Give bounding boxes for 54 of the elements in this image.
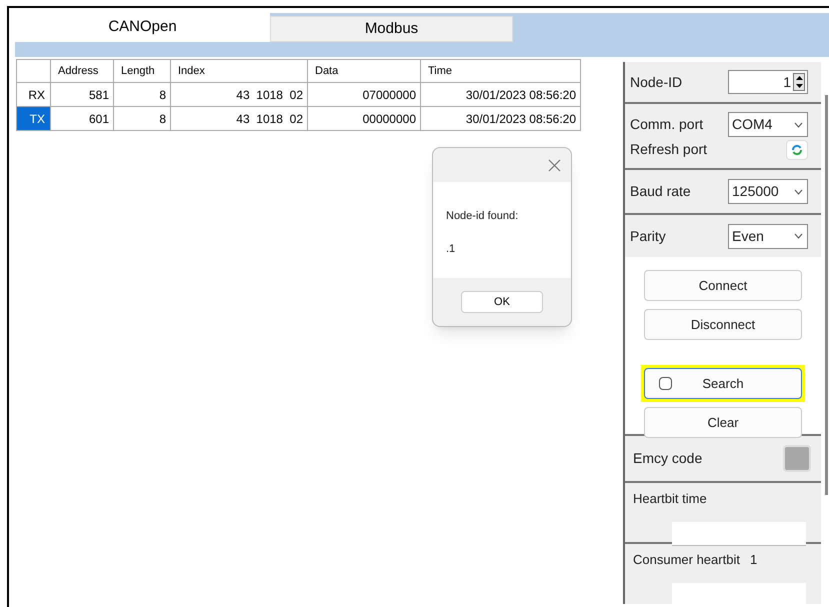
dropdown-value: COM4 bbox=[732, 115, 772, 134]
column-header: Time bbox=[420, 60, 580, 82]
refresh-button[interactable] bbox=[786, 140, 808, 160]
ok-button[interactable]: OK bbox=[461, 291, 543, 313]
field-label: Refresh port bbox=[630, 140, 708, 159]
row-header[interactable]: RX bbox=[16, 82, 50, 106]
column-header: Index bbox=[170, 60, 308, 82]
column-header: Length bbox=[114, 60, 170, 82]
tab[interactable]: CANOpen bbox=[15, 13, 270, 42]
header-cell bbox=[16, 60, 50, 82]
input-field[interactable] bbox=[672, 522, 806, 546]
dropdown[interactable]: Even bbox=[728, 224, 808, 248]
table-cell: 601 bbox=[50, 106, 114, 130]
column-header: Data bbox=[308, 60, 420, 82]
status-indicator bbox=[783, 445, 811, 472]
dropdown-value: Even bbox=[732, 226, 764, 246]
action-button[interactable]: Connect bbox=[644, 270, 802, 301]
table-cell: 581 bbox=[50, 82, 114, 106]
dropdown-value: 125000 bbox=[732, 182, 779, 201]
number-spinner[interactable]: 1 bbox=[728, 70, 808, 94]
table-cell: 30/01/2023 08:56:20 bbox=[420, 106, 580, 130]
table-cell: 43 1018 02 bbox=[170, 82, 308, 106]
table-cell: 00000000 bbox=[308, 106, 420, 130]
close-icon[interactable] bbox=[548, 158, 561, 172]
field-label: Parity bbox=[630, 226, 666, 246]
action-button[interactable]: Search bbox=[644, 368, 802, 399]
column-header: Address bbox=[50, 60, 114, 82]
table-cell: 8 bbox=[114, 82, 170, 106]
table-cell: 07000000 bbox=[308, 82, 420, 106]
chevron-down-icon bbox=[794, 233, 803, 239]
row-header[interactable]: TX bbox=[16, 106, 50, 130]
field-label: Node-ID bbox=[630, 72, 682, 92]
table-cell: 43 1018 02 bbox=[170, 106, 308, 130]
field-label: Comm. port bbox=[630, 115, 704, 134]
action-button[interactable]: Disconnect bbox=[644, 309, 802, 340]
tab[interactable]: Modbus bbox=[270, 16, 513, 42]
field-label: Consumer heartbit bbox=[633, 551, 740, 569]
field-value: 1 bbox=[750, 551, 758, 569]
table-cell: 8 bbox=[114, 106, 170, 130]
dialog-message: Node-id found: bbox=[446, 209, 520, 224]
dialog-value: .1 bbox=[446, 242, 456, 256]
refresh-icon bbox=[791, 144, 803, 156]
field-label: Heartbit time bbox=[633, 490, 708, 508]
checkbox[interactable] bbox=[659, 377, 672, 390]
spinner-value: 1 bbox=[783, 72, 792, 92]
dropdown[interactable]: COM4 bbox=[728, 112, 808, 137]
action-button[interactable]: Clear bbox=[644, 407, 802, 438]
spinner-arrows-icon[interactable] bbox=[793, 73, 805, 91]
dropdown[interactable]: 125000 bbox=[728, 179, 808, 204]
chevron-down-icon bbox=[794, 188, 803, 194]
table-cell: 30/01/2023 08:56:20 bbox=[420, 82, 580, 106]
chevron-down-icon bbox=[794, 122, 803, 128]
field-label: Baud rate bbox=[630, 182, 691, 201]
field-label: Emcy code bbox=[633, 449, 702, 468]
